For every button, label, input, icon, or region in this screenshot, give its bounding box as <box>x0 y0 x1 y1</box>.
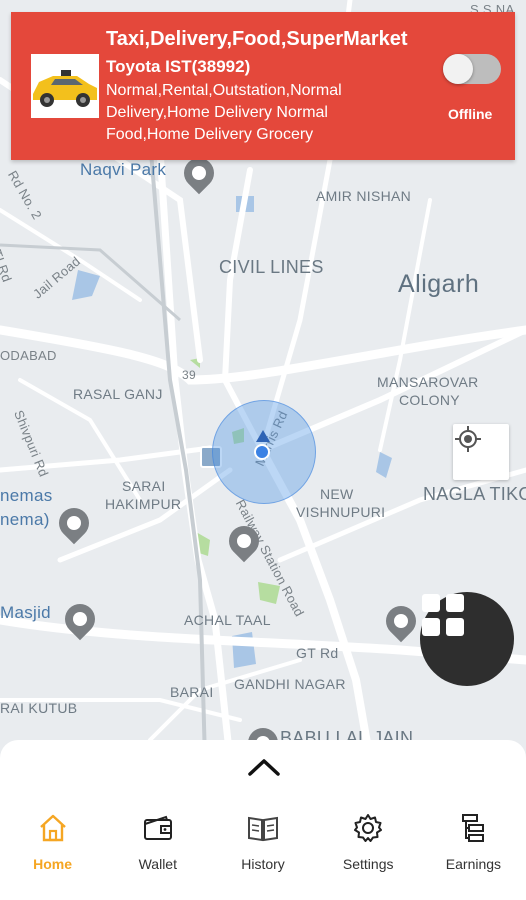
map-label-gt-rd: GT Rd <box>296 645 339 661</box>
vehicle-name: Toyota IST(38992) <box>106 57 251 76</box>
gear-icon <box>354 814 383 842</box>
online-status-toggle[interactable] <box>443 54 501 84</box>
map-label-colony: COLONY <box>399 392 460 408</box>
map-label-rai-kutub: RAI KUTUB <box>0 700 78 716</box>
map-label-vishnupuri: VISHNUPURI <box>296 504 386 520</box>
bottom-sheet: Home Wallet History Settings Earnings <box>0 740 526 900</box>
map-label-nema: nema) <box>0 510 50 529</box>
map-label-odabad: ODABAD <box>0 348 57 363</box>
map-label-civil-lines: CIVIL LINES <box>219 257 324 277</box>
service-types-list: Normal,Rental,Outstation,Normal Delivery… <box>106 82 342 143</box>
nav-item-home[interactable]: Home <box>0 810 105 890</box>
map-label-nagla-tiko: NAGLA TIKO <box>423 484 526 504</box>
toggle-knob <box>443 54 473 84</box>
nav-item-earnings[interactable]: Earnings <box>421 810 526 890</box>
current-location-dot <box>254 444 270 460</box>
nav-label-settings: Settings <box>342 856 394 872</box>
map-label-barai: BARAI <box>170 684 214 700</box>
taxi-car-icon <box>31 54 99 118</box>
map-label-achal-taal: ACHAL TAAL <box>184 612 271 628</box>
my-location-button[interactable] <box>453 424 509 480</box>
chevron-up-icon <box>248 759 280 776</box>
service-categories-title: Taxi,Delivery,Food,SuperMarket <box>106 28 408 50</box>
map-label-masjid: Masjid <box>0 603 51 622</box>
home-icon <box>39 814 66 842</box>
map-label-road-39: 39 <box>182 368 196 382</box>
bottom-nav: Home Wallet History Settings Earnings <box>0 810 526 890</box>
map-label-new: NEW <box>320 486 354 502</box>
nav-label-wallet: Wallet <box>138 856 177 872</box>
map-label-gandhi-nagar: GANDHI NAGAR <box>234 676 346 692</box>
map-label-hakimpur: HAKIMPUR <box>105 496 182 512</box>
vehicle-image <box>31 54 99 118</box>
map-label-mansarovar: MANSAROVAR <box>377 374 479 390</box>
nav-label-earnings: Earnings <box>445 856 502 872</box>
map-label-sarai: SARAI <box>122 478 166 494</box>
earnings-icon <box>462 814 485 842</box>
map-label-aligarh: Aligarh <box>398 270 480 298</box>
map-label-nemas: nemas <box>0 486 53 505</box>
expand-sheet-button[interactable] <box>244 754 284 780</box>
map-label-amir-nishan: AMIR NISHAN <box>316 188 412 204</box>
grid-menu-button[interactable] <box>420 592 514 686</box>
nav-label-home: Home <box>33 856 73 872</box>
nav-item-history[interactable]: History <box>210 810 315 890</box>
nav-label-history: History <box>241 856 285 872</box>
heading-arrow-icon <box>256 430 270 442</box>
nav-item-wallet[interactable]: Wallet <box>105 810 210 890</box>
map-label-naqvi-park: Naqvi Park <box>80 160 167 179</box>
nav-item-settings[interactable]: Settings <box>316 810 421 890</box>
wallet-icon <box>143 815 172 840</box>
online-status-label: Offline <box>448 106 493 122</box>
history-book-icon <box>248 816 278 842</box>
crosshair-icon <box>455 426 481 452</box>
driver-status-card: Taxi,Delivery,Food,SuperMarket Toyota IS… <box>11 12 515 160</box>
grid-icon <box>422 594 464 636</box>
map-label-rasal-ganj: RASAL GANJ <box>73 386 163 402</box>
